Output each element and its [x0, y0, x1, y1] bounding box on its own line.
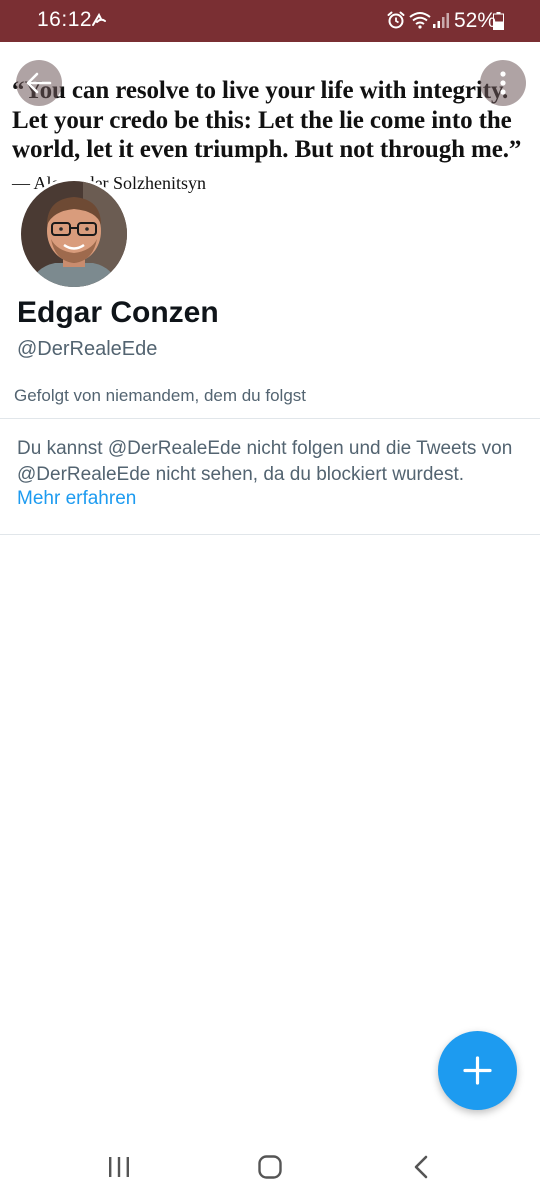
banner-quote: “You can resolve to live your life with … — [12, 77, 522, 163]
status-bar: 16:12 52% — [0, 0, 540, 42]
notification-icon — [92, 12, 106, 26]
divider — [0, 418, 540, 419]
system-nav-bar — [0, 1138, 540, 1200]
alarm-icon — [387, 11, 405, 29]
more-options-button[interactable] — [480, 60, 526, 106]
compose-tweet-button[interactable] — [438, 1031, 517, 1110]
learn-more-link[interactable]: Mehr erfahren — [17, 488, 136, 510]
back-button[interactable] — [16, 60, 62, 106]
user-handle: @DerRealeEde — [17, 338, 158, 360]
plus-icon — [463, 1056, 492, 1085]
wifi-icon — [409, 12, 431, 29]
profile-screen: 16:12 52% “You can resolve to live your … — [0, 0, 540, 1200]
home-icon[interactable] — [257, 1154, 283, 1180]
signal-icon — [433, 13, 449, 28]
more-vertical-icon — [500, 71, 506, 95]
arrow-left-icon — [26, 72, 52, 94]
divider — [0, 534, 540, 535]
recents-icon[interactable] — [106, 1155, 132, 1179]
status-time: 16:12 — [37, 8, 93, 31]
avatar[interactable] — [18, 178, 130, 290]
battery-icon — [493, 12, 504, 30]
display-name: Edgar Conzen — [17, 296, 219, 329]
followed-by-text: Gefolgt von niemandem, dem du folgst — [14, 386, 306, 405]
chevron-left-icon[interactable] — [410, 1154, 432, 1180]
battery-level: 52% — [454, 9, 497, 32]
avatar-photo — [21, 181, 127, 287]
blocked-notice: Du kannst @DerRealeEde nicht folgen und … — [17, 438, 513, 485]
